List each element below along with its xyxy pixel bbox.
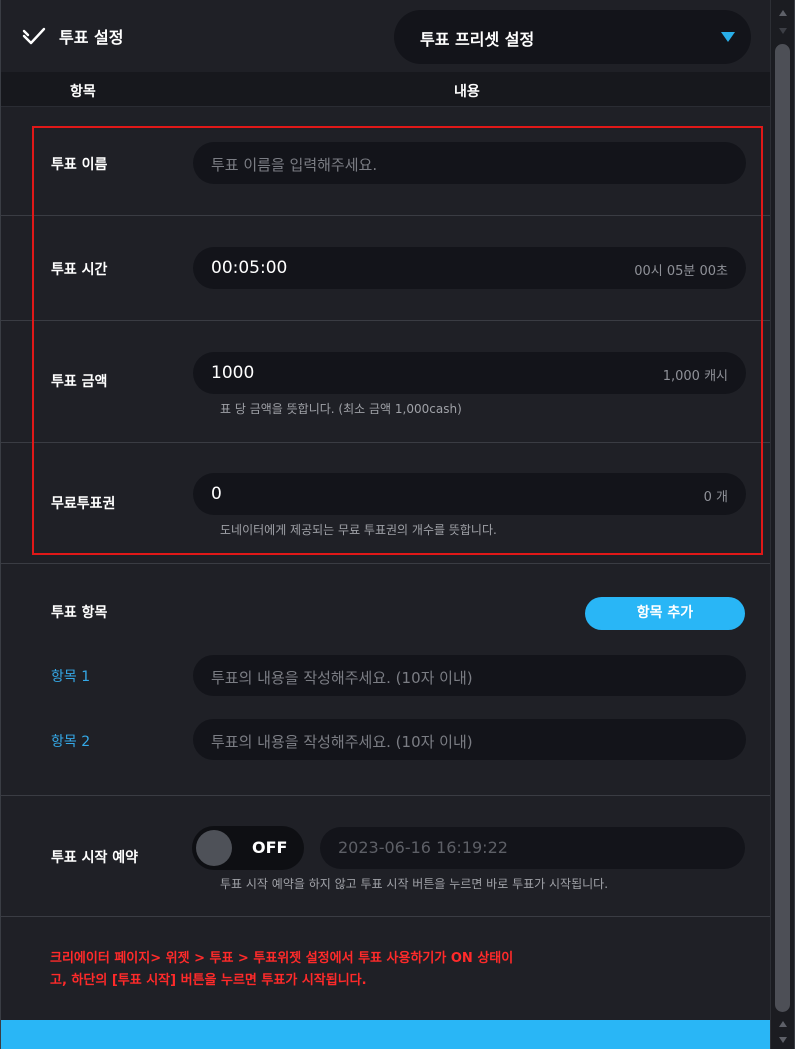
scroll-thumb[interactable] [775, 44, 790, 1012]
vote-amount-suffix: 1,000 캐시 [662, 369, 728, 384]
notice-line-2: 고, 하단의 [투표 시작] 버튼을 누르면 투표가 시작됩니다. [50, 973, 367, 988]
column-header-content: 내용 [454, 84, 480, 100]
vote-amount-label: 투표 금액 [51, 374, 108, 390]
page-title: 투표 설정 [21, 24, 123, 48]
add-item-button[interactable]: 항목 추가 [585, 597, 745, 630]
vote-name-section: 투표 이름 투표 이름을 입력해주세요. [1, 107, 770, 216]
vote-name-label: 투표 이름 [51, 157, 108, 173]
toggle-knob [196, 830, 232, 866]
schedule-label: 투표 시작 예약 [51, 850, 139, 866]
column-header: 항목 내용 [1, 72, 770, 106]
free-vote-hint: 도네이터에게 제공되는 무료 투표권의 개수를 뜻합니다. [220, 523, 497, 537]
check-icon [22, 27, 46, 45]
notice-line-1: 크리에이터 페이지> 위젯 > 투표 > 투표위젯 설정에서 투표 사용하기가 … [50, 951, 514, 966]
vote-time-suffix: 00시 05분 00초 [634, 264, 728, 279]
free-vote-value: 0 [211, 484, 222, 504]
scrollbar[interactable] [770, 0, 794, 1049]
vote-name-placeholder: 투표 이름을 입력해주세요. [211, 156, 378, 174]
vote-amount-section: 투표 금액 1000 1,000 캐시 표 당 금액을 뜻합니다. (최소 금액… [1, 321, 770, 443]
vote-item-2-label: 항목 2 [51, 734, 91, 750]
free-vote-label: 무료투표권 [51, 496, 116, 512]
vote-item-1-placeholder: 투표의 내용을 작성해주세요. (10자 이내) [211, 669, 473, 687]
vote-amount-hint: 표 당 금액을 뜻합니다. (최소 금액 1,000cash) [220, 402, 462, 416]
column-header-item: 항목 [70, 84, 96, 100]
schedule-toggle[interactable]: OFF [192, 826, 304, 870]
schedule-datetime-input[interactable]: 2023-06-16 16:19:22 [320, 827, 745, 869]
free-vote-input[interactable]: 0 0 개 [193, 473, 746, 515]
vote-time-input[interactable]: 00:05:00 00시 05분 00초 [193, 247, 746, 289]
vote-item-1-label: 항목 1 [51, 669, 91, 685]
vote-items-label: 투표 항목 [51, 605, 108, 621]
start-vote-bar[interactable] [1, 1020, 770, 1049]
scroll-up-icon[interactable] [779, 10, 787, 16]
free-vote-section: 무료투표권 0 0 개 도네이터에게 제공되는 무료 투표권의 개수를 뜻합니다… [1, 443, 770, 564]
vote-name-input[interactable]: 투표 이름을 입력해주세요. [193, 142, 746, 184]
vote-item-2-input[interactable]: 투표의 내용을 작성해주세요. (10자 이내) [193, 719, 746, 760]
vote-time-value: 00:05:00 [211, 258, 288, 278]
page-title-text: 투표 설정 [59, 28, 124, 47]
vote-item-2-placeholder: 투표의 내용을 작성해주세요. (10자 이내) [211, 733, 473, 751]
header: 투표 설정 투표 프리셋 설정 [1, 0, 770, 72]
vote-amount-value: 1000 [211, 363, 255, 383]
vote-item-1-input[interactable]: 투표의 내용을 작성해주세요. (10자 이내) [193, 655, 746, 696]
schedule-datetime-placeholder: 2023-06-16 16:19:22 [338, 838, 508, 857]
free-vote-suffix: 0 개 [703, 490, 728, 505]
vote-time-section: 투표 시간 00:05:00 00시 05분 00초 [1, 216, 770, 321]
scroll-down-icon[interactable] [779, 1037, 787, 1043]
scroll-down-icon[interactable] [779, 28, 787, 34]
scroll-up-icon[interactable] [779, 1021, 787, 1027]
preset-select-label: 투표 프리셋 설정 [420, 30, 535, 49]
vote-time-label: 투표 시간 [51, 262, 108, 278]
triangle-down-icon [721, 32, 735, 42]
notice: 크리에이터 페이지> 위젯 > 투표 > 투표위젯 설정에서 투표 사용하기가 … [50, 948, 630, 992]
vote-amount-input[interactable]: 1000 1,000 캐시 [193, 352, 746, 394]
toggle-state: OFF [252, 838, 288, 857]
preset-select[interactable]: 투표 프리셋 설정 [394, 10, 751, 64]
schedule-hint: 투표 시작 예약을 하지 않고 투표 시작 버튼을 누르면 바로 투표가 시작됩… [220, 877, 609, 891]
